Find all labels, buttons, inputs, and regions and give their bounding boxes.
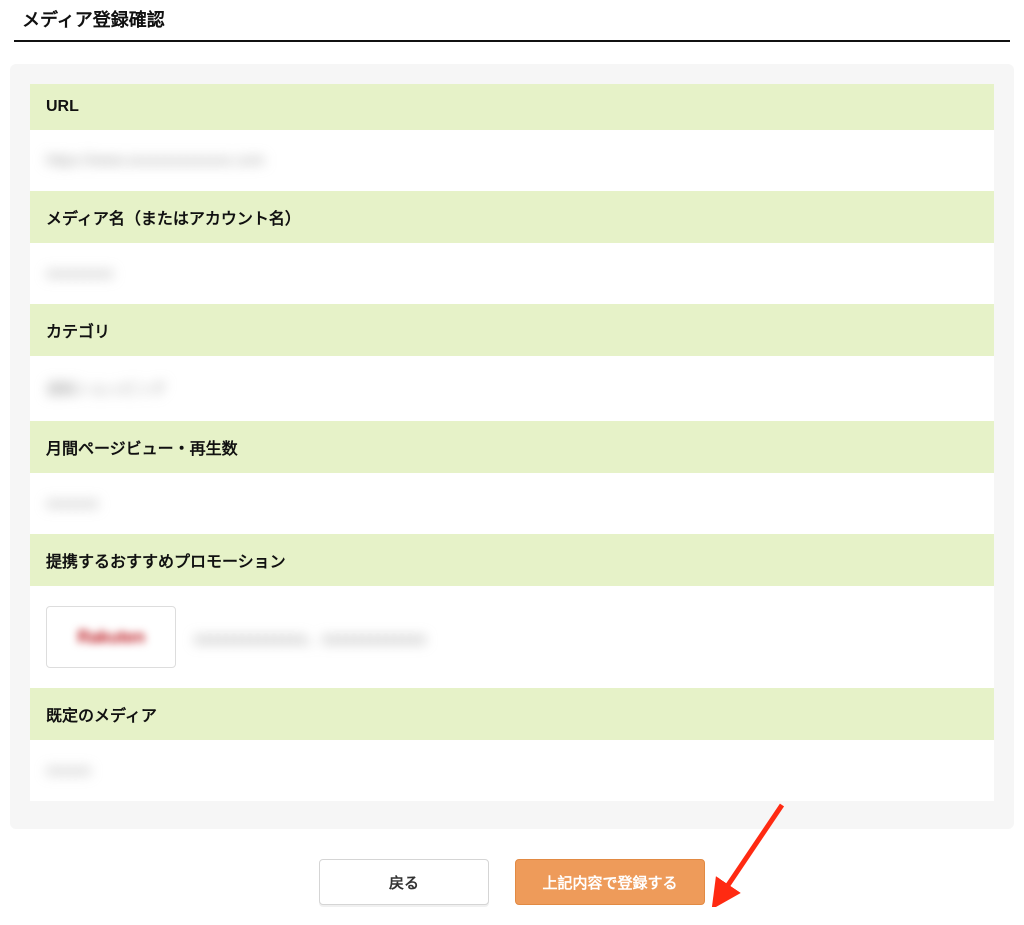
value-category: 通販ショッピング xyxy=(30,356,994,421)
back-button[interactable]: 戻る xyxy=(319,859,489,905)
value-promotion: Rakuten xxxxxxxxxxxxxx、xxxxxxxxxxxxx xyxy=(30,586,994,688)
promotion-text: xxxxxxxxxxxxxx、xxxxxxxxxxxxx xyxy=(194,625,426,649)
page-title: メディア登録確認 xyxy=(14,0,1010,42)
button-row: 戻る 上記内容で登録する xyxy=(10,859,1014,905)
label-promotion: 提携するおすすめプロモーション xyxy=(30,534,994,586)
label-url: URL xyxy=(30,84,994,130)
label-media-name: メディア名（またはアカウント名） xyxy=(30,191,994,243)
value-pv: xxxxxxx xyxy=(30,473,994,534)
submit-button[interactable]: 上記内容で登録する xyxy=(515,859,705,905)
confirmation-panel: URL https://www.xxxxxxxxxxxxxx.com メディア名… xyxy=(10,64,1014,829)
value-default-media: xxxxxx xyxy=(30,740,994,801)
value-url: https://www.xxxxxxxxxxxxxx.com xyxy=(30,130,994,191)
label-default-media: 既定のメディア xyxy=(30,688,994,740)
page-root: メディア登録確認 URL https://www.xxxxxxxxxxxxxx.… xyxy=(0,0,1024,925)
label-pv: 月間ページビュー・再生数 xyxy=(30,421,994,473)
promotion-thumbnail: Rakuten xyxy=(46,606,176,668)
label-category: カテゴリ xyxy=(30,304,994,356)
value-media-name: xxxxxxxxx xyxy=(30,243,994,304)
